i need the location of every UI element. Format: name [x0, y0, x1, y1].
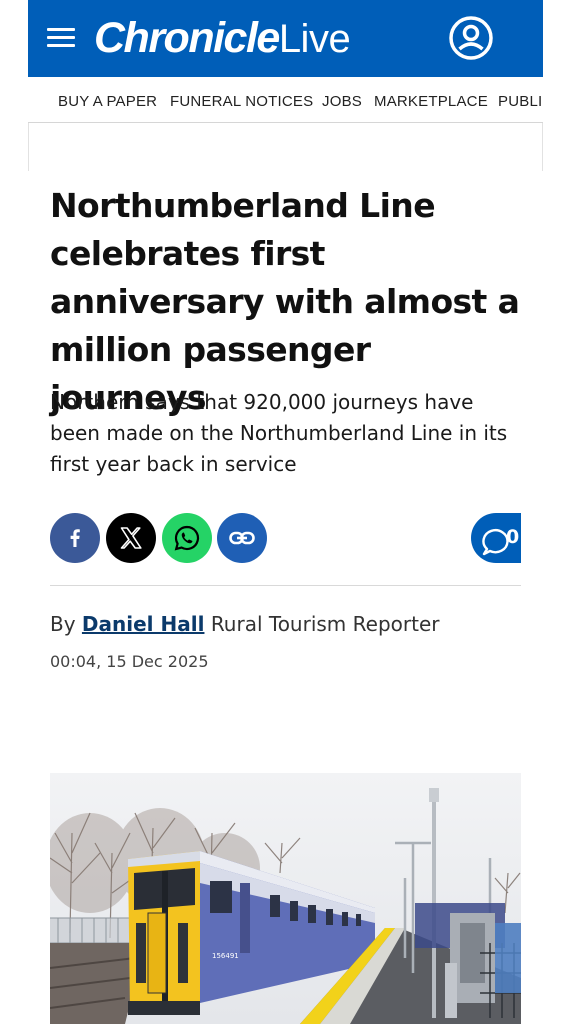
- x-icon: [120, 527, 142, 549]
- byline-prefix: By: [50, 612, 76, 636]
- nav-item-marketplace[interactable]: MARKETPLACE: [374, 93, 488, 110]
- train-number: 156491: [212, 952, 239, 960]
- facebook-share-button[interactable]: [50, 513, 100, 563]
- site-header: ChronicleLive: [28, 0, 543, 77]
- nav-item-jobs[interactable]: JOBS: [322, 93, 362, 110]
- copy-link-icon: [229, 531, 255, 545]
- whatsapp-icon: [174, 525, 200, 551]
- logo-chronicle: Chronicle: [94, 14, 280, 62]
- article-headline: Northumberland Line celebrates first ann…: [50, 186, 520, 417]
- comment-count: 0: [506, 526, 520, 548]
- x-share-button[interactable]: [106, 513, 156, 563]
- author-link[interactable]: Daniel Hall: [82, 612, 205, 636]
- hero-image: 156491: [50, 773, 521, 1024]
- divider: [50, 585, 521, 586]
- copy-link-button[interactable]: [217, 513, 267, 563]
- nav-item-buy-a-paper[interactable]: BUY A PAPER: [58, 93, 157, 110]
- byline: By Daniel Hall Rural Tourism Reporter: [50, 612, 439, 636]
- nav-item-funeral-notices[interactable]: FUNERAL NOTICES: [170, 93, 313, 110]
- account-icon[interactable]: [447, 14, 495, 62]
- article-standfirst: Northern says that 920,000 journeys have…: [50, 390, 508, 476]
- nav-item-publi[interactable]: PUBLI: [498, 93, 542, 110]
- whatsapp-share-button[interactable]: [162, 513, 212, 563]
- logo-live: Live: [278, 17, 351, 61]
- publish-timestamp: 00:04, 15 Dec 2025: [50, 652, 209, 671]
- facebook-icon: [70, 529, 80, 547]
- site-logo[interactable]: ChronicleLive: [94, 14, 351, 64]
- comments-button[interactable]: 0: [471, 513, 521, 563]
- author-role: Rural Tourism Reporter: [210, 612, 440, 636]
- section-nav: BUY A PAPER FUNERAL NOTICES JOBS MARKETP…: [28, 77, 543, 123]
- hamburger-menu-icon[interactable]: [47, 28, 75, 50]
- ad-slot: [28, 123, 543, 171]
